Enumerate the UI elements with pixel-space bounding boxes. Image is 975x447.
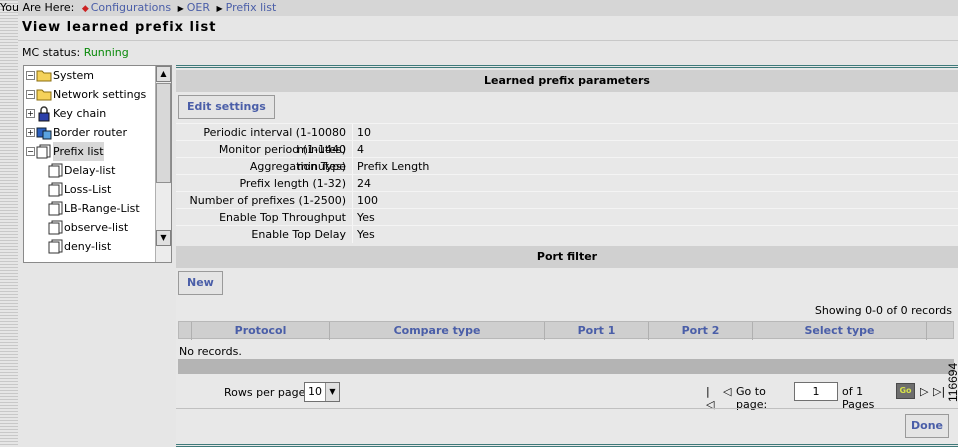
navigation-tree: − System − Network settings + Key chain …	[23, 65, 172, 263]
tree-item-label: Prefix list	[53, 142, 104, 161]
scrollbar-thumb[interactable]	[156, 83, 171, 183]
expand-icon[interactable]: +	[26, 109, 35, 118]
collapse-icon[interactable]: −	[26, 147, 35, 156]
lock-icon	[38, 106, 50, 122]
chevron-down-icon[interactable]: ▼	[325, 383, 339, 401]
breadcrumb-label: You Are Here:	[0, 1, 75, 14]
previous-page-icon[interactable]: ◁	[723, 385, 731, 398]
left-edge-stripe	[0, 0, 18, 447]
figure-id: 116694	[946, 362, 960, 402]
param-row: Prefix length (1-32) 24	[176, 174, 958, 192]
collapse-icon[interactable]: −	[26, 90, 35, 99]
param-label: Enable Top Delay	[251, 228, 346, 241]
done-button[interactable]: Done	[905, 414, 949, 438]
edit-settings-button[interactable]: Edit settings	[178, 95, 275, 119]
document-icon	[48, 239, 63, 254]
next-page-icon[interactable]: ▷	[920, 385, 928, 398]
document-icon	[48, 201, 63, 216]
main-panel: Learned prefix parameters Edit settings …	[176, 65, 958, 447]
param-row: Number of prefixes (1-2500) 100	[176, 191, 958, 209]
breadcrumb-link-oer[interactable]: OER	[187, 1, 210, 14]
divider	[18, 40, 958, 41]
divider	[176, 408, 958, 409]
breadcrumb-link-configurations[interactable]: Configurations	[91, 1, 171, 14]
last-page-icon[interactable]: ▷|	[933, 385, 945, 398]
mc-status-value: Running	[83, 46, 129, 59]
param-label: Enable Top Throughput	[219, 211, 346, 224]
scroll-down-icon[interactable]: ▼	[156, 230, 171, 246]
router-icon	[36, 127, 52, 140]
rows-per-page-select[interactable]: 10 ▼	[304, 382, 340, 402]
param-label: Aggregation Type	[249, 160, 346, 173]
learned-prefix-header: Learned prefix parameters	[176, 70, 958, 92]
param-label: Prefix length (1-32)	[239, 177, 346, 190]
document-icon	[48, 163, 63, 178]
column-header-select-type[interactable]: Select type	[752, 322, 926, 340]
column-header-compare-type[interactable]: Compare type	[329, 322, 544, 340]
tree-item-label: observe-list	[64, 221, 129, 234]
table-header-filler	[926, 322, 953, 340]
param-value: Prefix Length	[357, 160, 430, 173]
param-label: Number of prefixes (1-2500)	[189, 194, 346, 207]
document-icon	[48, 220, 63, 235]
rows-per-page-value: 10	[308, 385, 322, 398]
select-all-column[interactable]	[179, 322, 191, 340]
tree-item-label: Key chain	[53, 107, 107, 120]
breadcrumb-link-prefix-list[interactable]: Prefix list	[226, 1, 277, 14]
port-filter-table-header: Protocol Compare type Port 1 Port 2 Sele…	[178, 321, 954, 340]
page-number-input[interactable]: 1	[794, 382, 838, 401]
tree-scrollbar[interactable]: ▲ ▼	[155, 66, 171, 262]
port-filter-header: Port filter	[176, 246, 958, 268]
expand-icon[interactable]: +	[26, 128, 35, 137]
go-button[interactable]: Go	[896, 383, 915, 399]
table-footer-bar	[178, 359, 954, 374]
collapse-icon[interactable]: −	[26, 71, 35, 80]
column-header-port-2[interactable]: Port 2	[648, 322, 752, 340]
records-count: Showing 0-0 of 0 records	[814, 304, 952, 317]
diamond-icon: ◆	[81, 4, 89, 14]
mc-status-label: MC status:	[22, 46, 81, 59]
param-row: Enable Top Delay Yes	[176, 225, 958, 243]
app-window: You Are Here: ◆ Configurations ▶ OER ▶ Pref…	[0, 0, 958, 447]
column-header-port-1[interactable]: Port 1	[544, 322, 648, 340]
folder-icon	[36, 70, 52, 82]
document-icon	[36, 144, 51, 159]
param-row: Monitor period (1-1440 minutes) 4	[176, 140, 958, 173]
param-value: 24	[357, 177, 371, 190]
param-value: Yes	[357, 228, 375, 241]
arrow-right-icon: ▶	[177, 4, 184, 13]
arrow-right-icon: ▶	[216, 4, 223, 13]
param-row: Aggregation Type Prefix Length	[176, 157, 958, 175]
param-value: 4	[357, 143, 364, 156]
mc-status: MC status: Running	[22, 46, 129, 59]
param-value: Yes	[357, 211, 375, 224]
tree-item-label: deny-list	[64, 240, 112, 253]
tree-item-label: Loss-List	[64, 183, 112, 196]
breadcrumb: You Are Here: ◆ Configurations ▶ OER ▶ Pref…	[0, 0, 958, 16]
tree-item-label: Border router	[53, 126, 127, 139]
tree-item-label: LB-Range-List	[64, 202, 140, 215]
rows-per-page-label: Rows per page:	[224, 386, 310, 399]
param-row: Enable Top Throughput Yes	[176, 208, 958, 226]
column-header-protocol[interactable]: Protocol	[191, 322, 329, 340]
scroll-up-icon[interactable]: ▲	[156, 66, 171, 82]
param-value: 10	[357, 126, 371, 139]
folder-icon	[36, 89, 52, 101]
tree-item-label: Network settings	[53, 88, 147, 101]
page-title: View learned prefix list	[22, 20, 217, 35]
new-button[interactable]: New	[178, 271, 223, 295]
param-value: 100	[357, 194, 378, 207]
tree-item-label: System	[53, 69, 95, 82]
tree-item-label: Delay-list	[64, 164, 116, 177]
param-row: Periodic interval (1-10080 minutes) 10	[176, 123, 958, 156]
no-records-message: No records.	[179, 345, 242, 358]
document-icon	[48, 182, 63, 197]
